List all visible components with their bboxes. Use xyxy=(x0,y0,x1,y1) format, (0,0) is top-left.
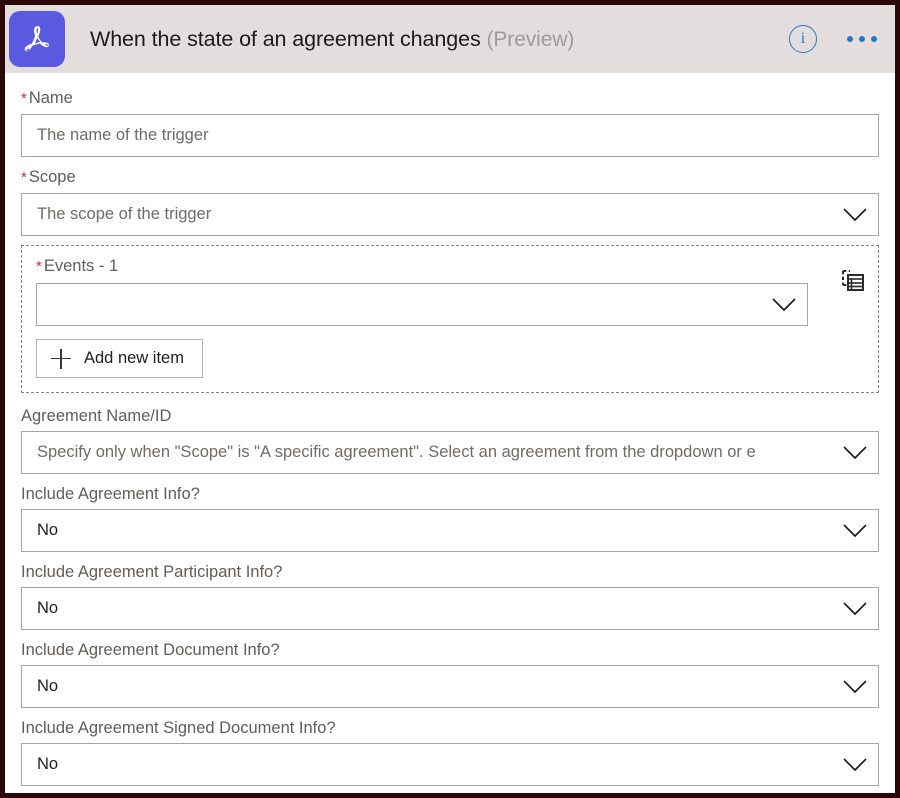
field-label-scope: *Scope xyxy=(21,166,879,189)
info-glyph: i xyxy=(801,30,805,48)
ellipsis-dot xyxy=(871,36,877,42)
include-agreement-participant-info-value: No xyxy=(22,599,832,618)
preview-badge: (Preview) xyxy=(487,28,575,51)
chevron-down-icon[interactable] xyxy=(832,432,878,473)
trigger-title-text: When the state of an agreement changes xyxy=(90,27,481,51)
field-label-include-agreement-info: Include Agreement Info? xyxy=(21,483,879,505)
label-text: Scope xyxy=(29,168,76,186)
info-circle-icon[interactable]: i xyxy=(789,25,817,53)
scope-dropdown-placeholder: The scope of the trigger xyxy=(22,205,832,224)
chevron-down-icon[interactable] xyxy=(832,588,878,629)
chevron-down-icon[interactable] xyxy=(832,194,878,235)
field-name: *Name The name of the trigger xyxy=(21,87,879,157)
field-label-include-agreement-participant-info: Include Agreement Participant Info? xyxy=(21,561,879,583)
include-agreement-info-value: No xyxy=(22,521,832,540)
ellipsis-dot xyxy=(859,36,865,42)
label-text: Events - 1 xyxy=(44,257,118,275)
include-agreement-document-info-dropdown[interactable]: No xyxy=(21,665,879,708)
include-agreement-signed-document-info-value: No xyxy=(22,755,832,774)
ellipsis-icon[interactable] xyxy=(845,30,879,48)
field-include-agreement-participant-info: Include Agreement Participant Info? No xyxy=(21,561,879,630)
card-body: *Name The name of the trigger *Scope The… xyxy=(5,73,895,798)
plus-icon xyxy=(51,349,71,369)
switch-to-input-array-icon[interactable] xyxy=(840,268,866,294)
field-label-include-agreement-signed-document-info: Include Agreement Signed Document Info? xyxy=(21,717,879,739)
name-input[interactable]: The name of the trigger xyxy=(21,114,879,157)
include-agreement-signed-document-info-dropdown[interactable]: No xyxy=(21,743,879,786)
chevron-down-icon[interactable] xyxy=(832,510,878,551)
label-text: Name xyxy=(29,89,73,107)
chevron-down-icon[interactable] xyxy=(832,666,878,707)
field-scope: *Scope The scope of the trigger xyxy=(21,166,879,236)
add-new-item-label: Add new item xyxy=(84,349,184,368)
field-label-include-agreement-document-info: Include Agreement Document Info? xyxy=(21,639,879,661)
trigger-card: When the state of an agreement changes (… xyxy=(0,0,900,798)
events-array-group: *Events - 1 xyxy=(21,245,879,393)
scope-dropdown[interactable]: The scope of the trigger xyxy=(21,193,879,236)
required-marker: * xyxy=(21,90,27,107)
field-label-events: *Events - 1 xyxy=(36,255,864,278)
include-agreement-document-info-value: No xyxy=(22,677,832,696)
events-dropdown[interactable] xyxy=(36,283,808,326)
include-agreement-info-dropdown[interactable]: No xyxy=(21,509,879,552)
adobe-acrobat-icon xyxy=(9,11,65,67)
ellipsis-dot xyxy=(847,36,853,42)
chevron-down-icon[interactable] xyxy=(832,744,878,785)
required-marker: * xyxy=(36,258,42,275)
required-marker: * xyxy=(21,169,27,186)
chevron-down-icon[interactable] xyxy=(761,284,807,325)
field-label-agreement-name-id: Agreement Name/ID xyxy=(21,405,879,427)
field-include-agreement-signed-document-info: Include Agreement Signed Document Info? … xyxy=(21,717,879,786)
name-input-placeholder: The name of the trigger xyxy=(22,126,878,145)
field-include-agreement-document-info: Include Agreement Document Info? No xyxy=(21,639,879,708)
field-agreement-name-id: Agreement Name/ID Specify only when "Sco… xyxy=(21,405,879,474)
include-agreement-participant-info-dropdown[interactable]: No xyxy=(21,587,879,630)
field-label-name: *Name xyxy=(21,87,879,110)
card-header: When the state of an agreement changes (… xyxy=(5,5,895,73)
header-actions: i xyxy=(789,5,879,73)
field-include-agreement-info: Include Agreement Info? No xyxy=(21,483,879,552)
add-new-item-button[interactable]: Add new item xyxy=(36,339,203,378)
agreement-name-id-dropdown[interactable]: Specify only when "Scope" is "A specific… xyxy=(21,431,879,474)
header-title: When the state of an agreement changes (… xyxy=(90,27,574,52)
agreement-name-id-placeholder: Specify only when "Scope" is "A specific… xyxy=(22,443,832,462)
